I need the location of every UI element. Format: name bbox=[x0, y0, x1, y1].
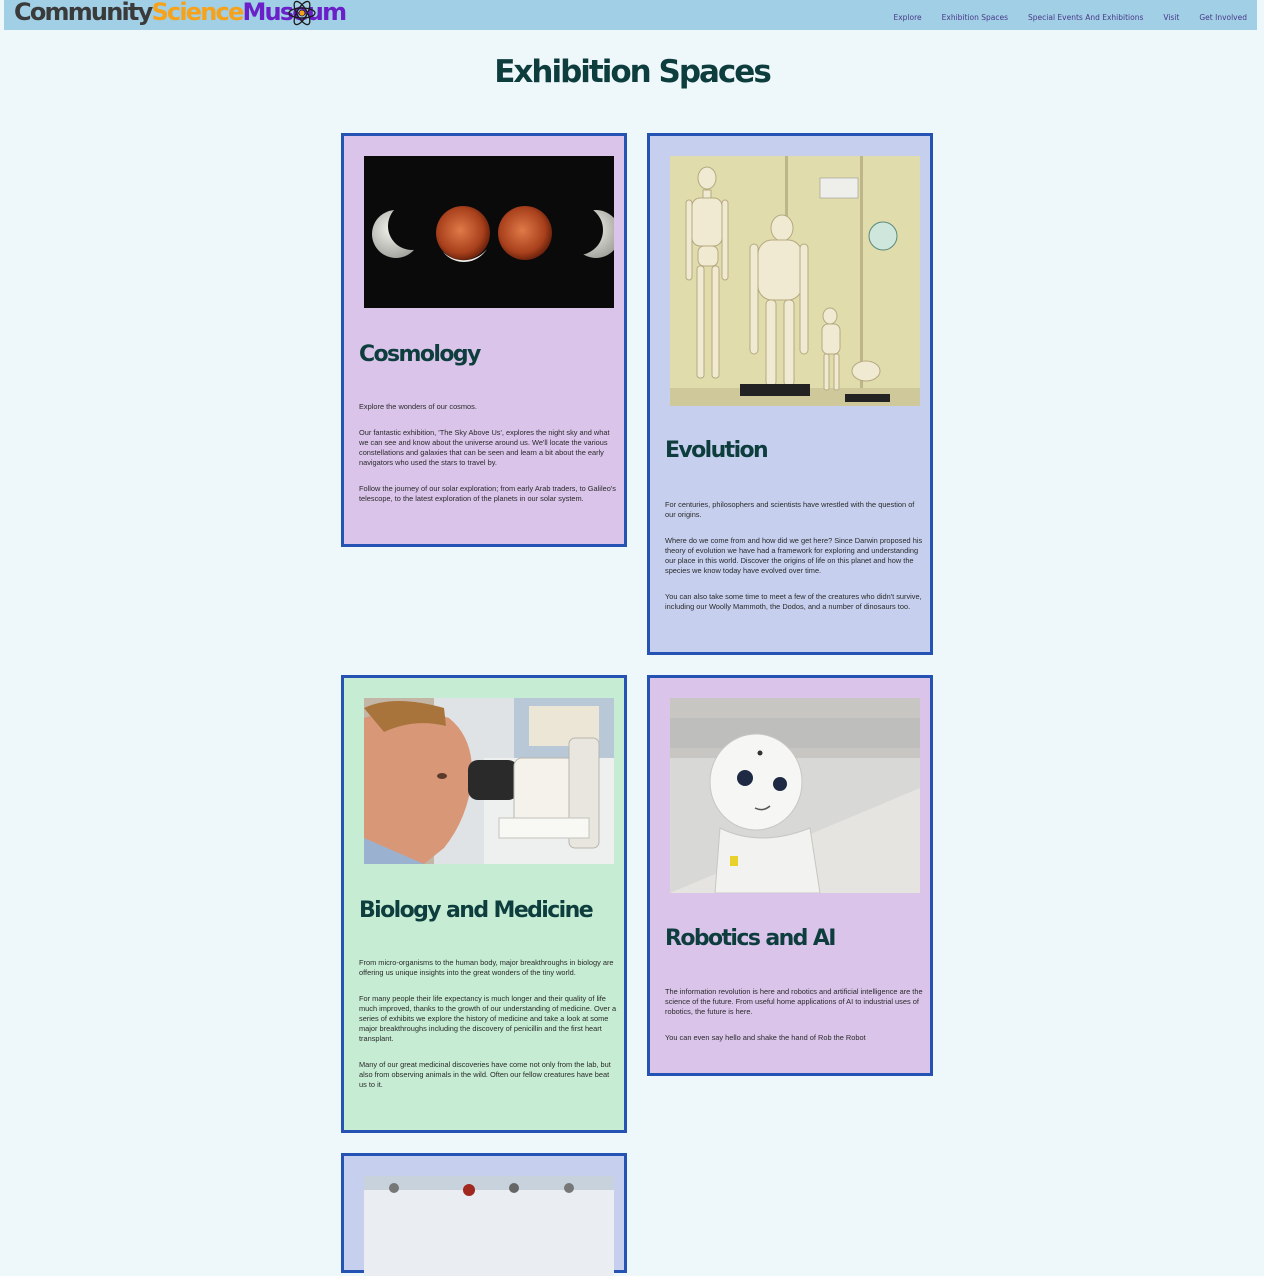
card-paragraph: Explore the wonders of our cosmos. bbox=[359, 402, 477, 411]
exhibition-card-partial bbox=[341, 1153, 627, 1276]
card-title: Evolution bbox=[665, 438, 769, 463]
card-title: Robotics and AI bbox=[665, 926, 837, 951]
card-paragraph: For many people their life expectancy is… bbox=[359, 994, 617, 1043]
card-paragraph: Our fantastic exhibition, 'The Sky Above… bbox=[359, 428, 610, 467]
card-title: Cosmology bbox=[359, 342, 481, 367]
card-body: The information revolution is here and r… bbox=[665, 987, 923, 1059]
exhibition-card-robotics-ai: Robotics and AI The information revoluti… bbox=[647, 675, 933, 1076]
nav-link-exhibition-spaces[interactable]: Exhibition Spaces bbox=[942, 13, 1008, 22]
logo-word-community: Community bbox=[14, 0, 153, 26]
nav-link-get-involved[interactable]: Get Involved bbox=[1199, 13, 1247, 22]
nav-links: Explore Exhibition Spaces Special Events… bbox=[893, 13, 1247, 22]
exhibition-card-evolution: Evolution For centuries, philosophers an… bbox=[647, 133, 933, 655]
card-paragraph: From micro-organisms to the human body, … bbox=[359, 958, 614, 977]
exhibit-photo bbox=[364, 1176, 614, 1276]
atom-icon bbox=[288, 0, 316, 26]
card-paragraph: Follow the journey of our solar explorat… bbox=[359, 484, 616, 503]
navbar: CommunityScienceMuseum Explore Exhibitio… bbox=[4, 0, 1257, 30]
card-paragraph: You can even say hello and shake the han… bbox=[665, 1033, 866, 1042]
lunar-eclipse-photo bbox=[364, 156, 614, 308]
page-title: Exhibition Spaces bbox=[494, 54, 772, 90]
card-title: Biology and Medicine bbox=[359, 898, 594, 923]
white-robot-photo bbox=[670, 698, 920, 893]
card-body: For centuries, philosophers and scientis… bbox=[665, 500, 923, 628]
card-paragraph: You can also take some time to meet a fe… bbox=[665, 592, 922, 611]
logo-word-science: Science bbox=[151, 0, 244, 26]
nav-link-special-events[interactable]: Special Events And Exhibitions bbox=[1028, 13, 1143, 22]
card-paragraph: Where do we come from and how did we get… bbox=[665, 536, 923, 575]
card-paragraph: For centuries, philosophers and scientis… bbox=[665, 500, 915, 519]
exhibition-card-cosmology: Cosmology Explore the wonders of our cos… bbox=[341, 133, 627, 547]
nav-link-explore[interactable]: Explore bbox=[893, 13, 921, 22]
card-paragraph: The information revolution is here and r… bbox=[665, 987, 923, 1016]
skeletons-display-photo bbox=[670, 156, 920, 406]
microscope-scientist-photo bbox=[364, 698, 614, 864]
nav-link-visit[interactable]: Visit bbox=[1163, 13, 1179, 22]
card-body: From micro-organisms to the human body, … bbox=[359, 958, 617, 1106]
exhibition-card-biology-medicine: Biology and Medicine From micro-organism… bbox=[341, 675, 627, 1133]
card-paragraph: Many of our great medicinal discoveries … bbox=[359, 1060, 611, 1089]
card-body: Explore the wonders of our cosmos. Our f… bbox=[359, 402, 617, 520]
